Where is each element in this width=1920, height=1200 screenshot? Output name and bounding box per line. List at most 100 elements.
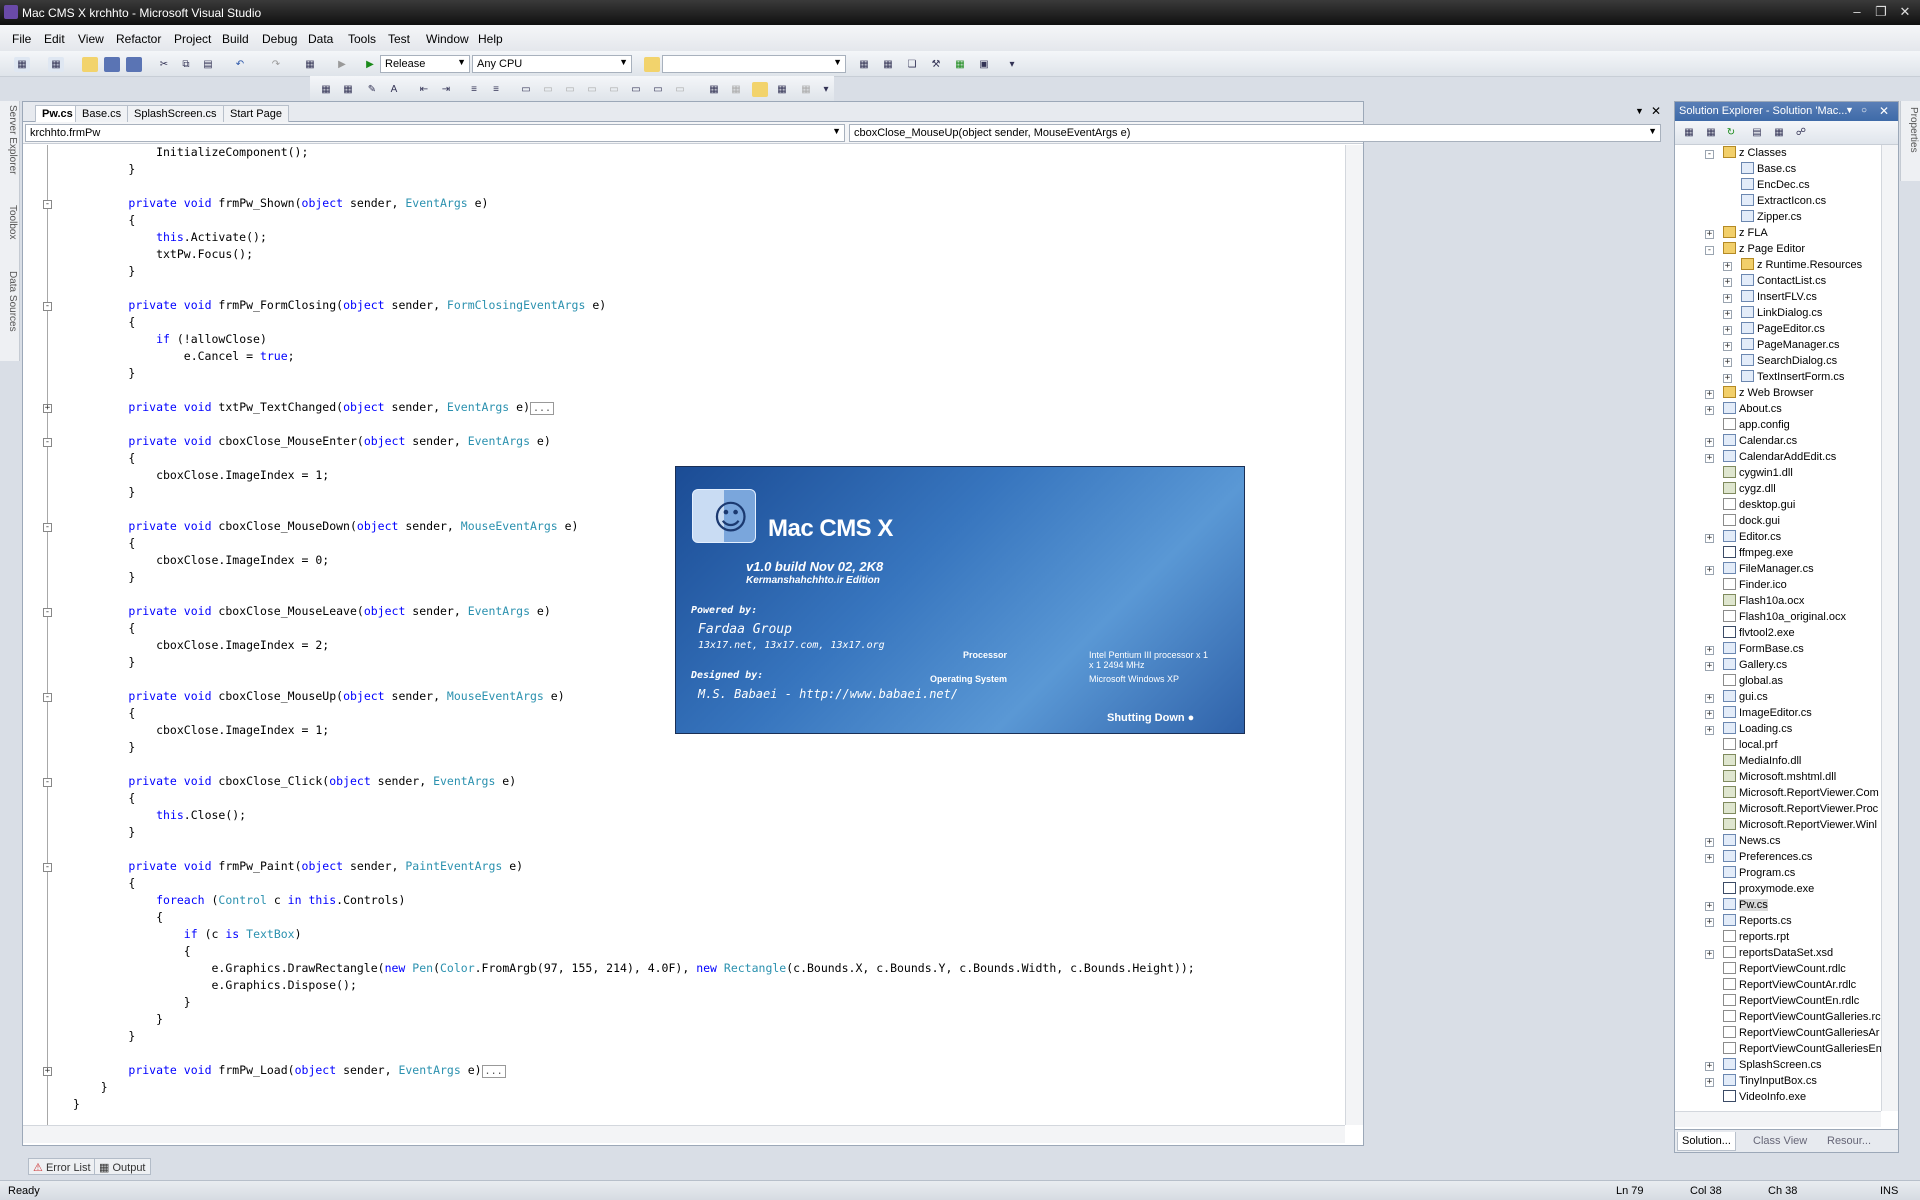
expand-node-icon[interactable]: + <box>1705 950 1714 959</box>
solution-tree-item[interactable]: ReportViewCount.rdlc <box>1723 962 1846 978</box>
solution-tree-item[interactable]: SearchDialog.cs <box>1741 354 1837 370</box>
next-bookmark-folder-icon[interactable]: ▭ <box>606 82 622 97</box>
outline-toggle-icon[interactable]: - <box>43 608 52 617</box>
solution-tree-item[interactable]: z Web Browser <box>1723 386 1813 402</box>
auto-hide-pin-icon[interactable]: ○ <box>1861 105 1867 116</box>
editor-vertical-scrollbar[interactable] <box>1345 145 1363 1125</box>
expand-node-icon[interactable]: + <box>1705 230 1714 239</box>
start-debugging-icon[interactable]: ▶ <box>362 57 378 72</box>
solution-tree-item[interactable]: cygz.dll <box>1723 482 1776 498</box>
solution-tree-item[interactable]: ExtractIcon.cs <box>1741 194 1826 210</box>
outline-toggle-icon[interactable]: - <box>43 863 52 872</box>
parameter-info-icon[interactable]: ▦ <box>340 82 356 97</box>
solution-tree-item[interactable]: reportsDataSet.xsd <box>1723 946 1833 962</box>
solution-horizontal-scrollbar[interactable] <box>1675 1111 1881 1127</box>
editor-horizontal-scrollbar[interactable] <box>23 1125 1345 1143</box>
expand-node-icon[interactable]: + <box>1705 1062 1714 1071</box>
menu-refactor[interactable]: Refactor <box>116 32 161 46</box>
solution-tree-item[interactable]: ContactList.cs <box>1741 274 1826 290</box>
outline-toggle-icon[interactable]: - <box>43 693 52 702</box>
solution-tree-item[interactable]: Calendar.cs <box>1723 434 1797 450</box>
expand-node-icon[interactable]: + <box>1705 662 1714 671</box>
collapsed-region-marker[interactable]: ... <box>530 402 555 415</box>
expand-node-icon[interactable]: + <box>1723 262 1732 271</box>
solution-tree-item[interactable]: Finder.ico <box>1723 578 1787 594</box>
expand-node-icon[interactable]: + <box>1705 534 1714 543</box>
solution-tree-item[interactable]: z FLA <box>1723 226 1768 242</box>
solution-tree-item[interactable]: About.cs <box>1723 402 1782 418</box>
solution-tree-item[interactable]: EncDec.cs <box>1741 178 1810 194</box>
expand-node-icon[interactable]: + <box>1705 454 1714 463</box>
toggle-bookmark-icon[interactable]: ▭ <box>518 82 534 97</box>
solution-platform-select[interactable]: Any CPU ▼ <box>472 55 632 73</box>
close-document-icon[interactable]: ✕ <box>1651 104 1661 118</box>
show-all-files-icon[interactable]: ▦ <box>1703 125 1719 140</box>
solution-tree-item[interactable]: Microsoft.ReportViewer.Com <box>1723 786 1879 802</box>
solution-tree-item[interactable]: News.cs <box>1723 834 1781 850</box>
solution-tree-item[interactable]: proxymode.exe <box>1723 882 1814 898</box>
server-explorer-tab[interactable]: Server Explorer <box>2 105 18 174</box>
expand-node-icon[interactable]: + <box>1705 566 1714 575</box>
menu-file[interactable]: File <box>12 32 31 46</box>
solution-tree-item[interactable]: FileManager.cs <box>1723 562 1814 578</box>
find-in-files-icon[interactable] <box>644 57 660 72</box>
find-combo[interactable]: ▼ <box>662 55 846 73</box>
solution-tree-item[interactable]: z Classes <box>1723 146 1787 162</box>
next-bookmark-document-icon[interactable]: ▭ <box>650 82 666 97</box>
properties-icon[interactable]: ▦ <box>1681 125 1697 140</box>
expand-node-icon[interactable]: + <box>1705 694 1714 703</box>
outline-toggle-icon[interactable]: + <box>43 404 52 413</box>
other-windows-icon[interactable]: ▣ <box>976 57 992 72</box>
add-item-icon[interactable]: ▦ <box>48 57 64 72</box>
solution-tree-item[interactable]: Microsoft.ReportViewer.Winl <box>1723 818 1877 834</box>
solution-tree-item[interactable]: ReportViewCountAr.rdlc <box>1723 978 1856 994</box>
close-window-button[interactable]: ✕ <box>1894 3 1916 21</box>
solution-tree-item[interactable]: Microsoft.ReportViewer.Proc <box>1723 802 1878 818</box>
solution-tree-item[interactable]: Program.cs <box>1723 866 1795 882</box>
solution-tree-item[interactable]: Gallery.cs <box>1723 658 1787 674</box>
expand-node-icon[interactable]: + <box>1723 310 1732 319</box>
object-browser-icon[interactable]: ❏ <box>904 57 920 72</box>
solution-tree-item[interactable]: z Runtime.Resources <box>1741 258 1862 274</box>
expand-node-icon[interactable]: + <box>1705 902 1714 911</box>
solution-tree-item[interactable]: global.as <box>1723 674 1783 690</box>
menu-view[interactable]: View <box>78 32 104 46</box>
view-class-diagram-icon[interactable]: ☍ <box>1793 125 1809 140</box>
window-position-icon[interactable]: ▼ <box>1845 105 1854 115</box>
toolbar-options-icon[interactable]: ▾ <box>818 82 834 97</box>
menu-test[interactable]: Test <box>388 32 410 46</box>
solution-tree-item[interactable]: ffmpeg.exe <box>1723 546 1793 562</box>
navigate-icon[interactable]: ▦ <box>302 57 318 72</box>
menu-debug[interactable]: Debug <box>262 32 297 46</box>
refresh-icon[interactable]: ↻ <box>1723 125 1739 140</box>
open-file-icon[interactable] <box>82 57 98 72</box>
complete-word-icon[interactable]: A <box>386 82 402 97</box>
solution-tree-item[interactable]: ReportViewCountGalleriesAr <box>1723 1026 1879 1042</box>
expand-node-icon[interactable]: + <box>1705 918 1714 927</box>
stack-frame-icon[interactable] <box>752 82 768 97</box>
solution-tree-item[interactable]: TinyInputBox.cs <box>1723 1074 1817 1090</box>
expand-node-icon[interactable]: + <box>1705 406 1714 415</box>
solution-tree-item[interactable]: Loading.cs <box>1723 722 1792 738</box>
immediate-window-icon[interactable]: ▦ <box>798 82 814 97</box>
collapsed-region-marker[interactable]: ... <box>481 1065 506 1078</box>
toolbar-options-icon[interactable]: ▾ <box>1004 57 1020 72</box>
solution-tree-item[interactable]: PageEditor.cs <box>1741 322 1825 338</box>
solution-tree-item[interactable]: Reports.cs <box>1723 914 1792 930</box>
comment-out-icon[interactable]: ≡ <box>466 82 482 97</box>
solution-tree-item[interactable]: Microsoft.mshtml.dll <box>1723 770 1836 786</box>
view-designer-icon[interactable]: ▦ <box>1771 125 1787 140</box>
outline-toggle-icon[interactable]: - <box>43 523 52 532</box>
minimize-button[interactable]: – <box>1846 3 1868 21</box>
properties-window-icon[interactable]: ▦ <box>880 57 896 72</box>
expand-node-icon[interactable]: + <box>1705 390 1714 399</box>
solution-tree-item[interactable]: Pw.cs <box>1723 898 1768 914</box>
solution-tree-item[interactable]: VideoInfo.exe <box>1723 1090 1806 1106</box>
menu-build[interactable]: Build <box>222 32 249 46</box>
list-members-icon[interactable]: ▦ <box>318 82 334 97</box>
copy-icon[interactable]: ⧉ <box>178 57 194 72</box>
solution-tree-item[interactable]: gui.cs <box>1723 690 1768 706</box>
debug-location-icon[interactable]: ▦ <box>706 82 722 97</box>
expand-node-icon[interactable]: + <box>1705 854 1714 863</box>
properties-tab[interactable]: Properties <box>1903 107 1919 153</box>
